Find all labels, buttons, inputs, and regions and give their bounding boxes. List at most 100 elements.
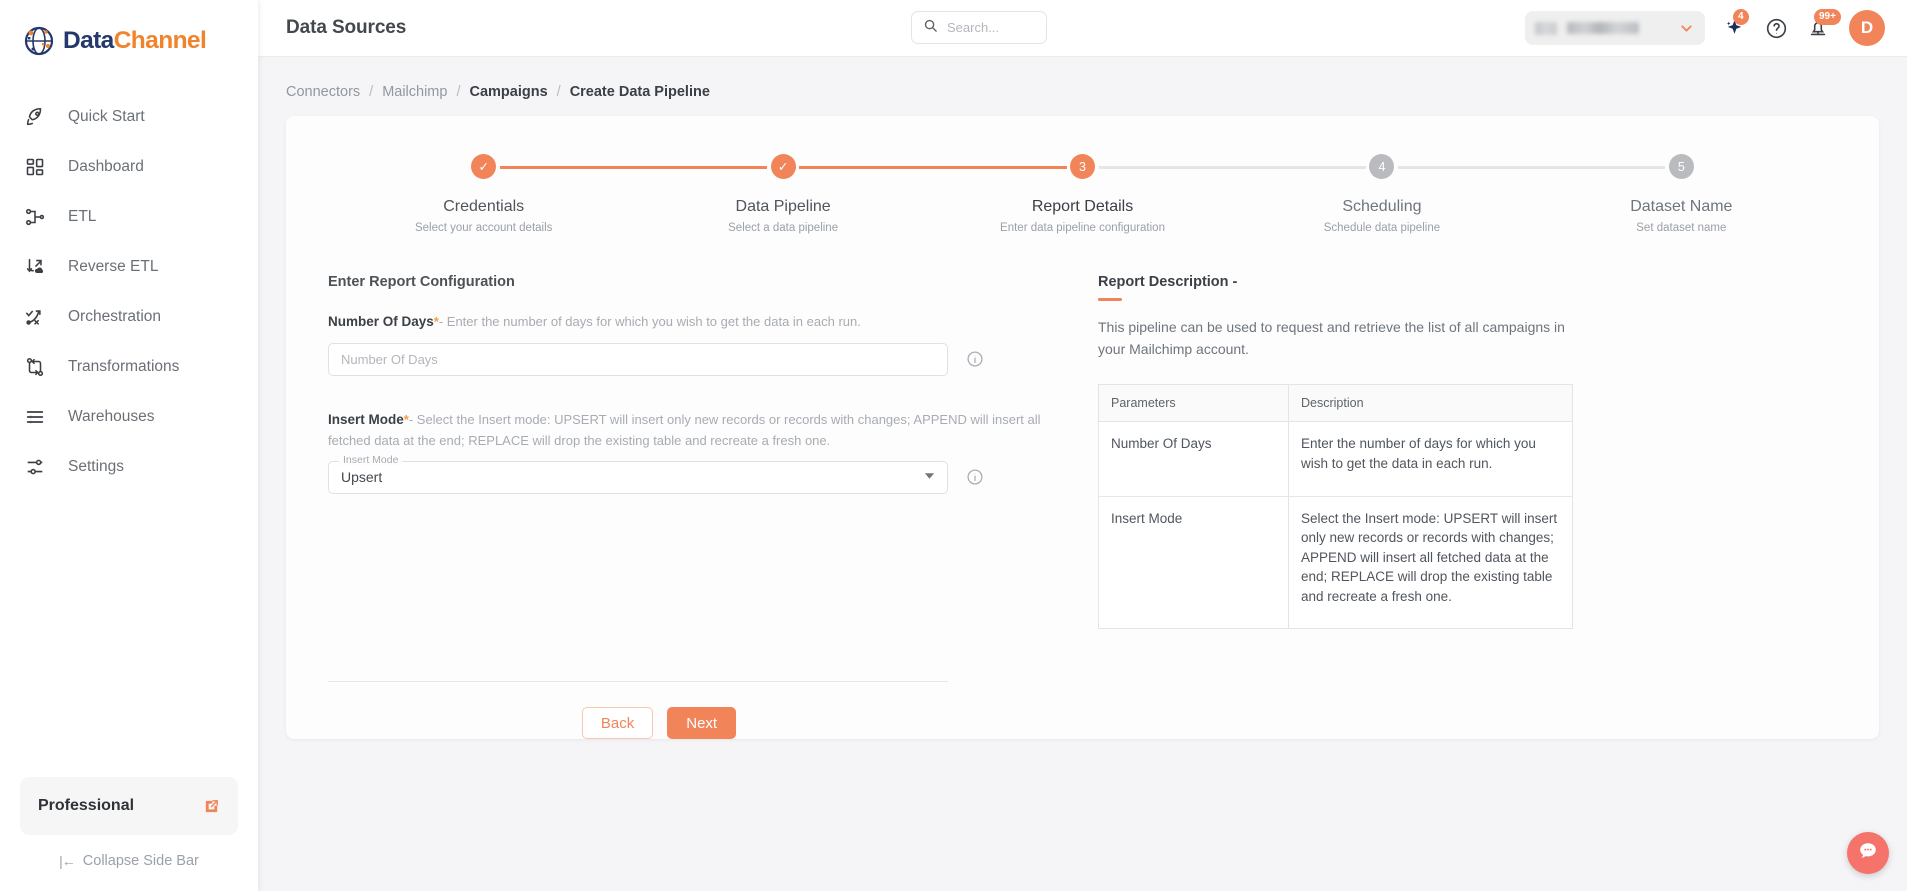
- number-of-days-row: Number Of Days: [328, 342, 1048, 376]
- column-header-description: Description: [1288, 384, 1573, 423]
- wizard-card: ✓ Credentials Select your account detail…: [286, 116, 1879, 740]
- step-indicator: 5: [1668, 154, 1694, 179]
- cell-parameter: Insert Mode: [1098, 496, 1289, 629]
- sidebar-item-orchestration[interactable]: Orchestration: [0, 292, 258, 342]
- ai-badge-count: 4: [1733, 9, 1749, 25]
- step-subtitle: Select a data pipeline: [728, 222, 839, 234]
- grid-icon: [22, 154, 48, 180]
- settings-icon: [22, 454, 48, 480]
- warehouse-icon: [22, 404, 48, 430]
- info-icon[interactable]: [966, 350, 984, 368]
- insert-mode-row: Insert Mode Upsert: [328, 453, 1048, 494]
- number-of-days-input[interactable]: Number Of Days: [328, 342, 948, 376]
- sidebar-item-reverse-etl[interactable]: Reverse ETL: [0, 242, 258, 292]
- brand-logo[interactable]: DataChannel: [0, 0, 258, 78]
- step-title: Dataset Name: [1630, 198, 1733, 215]
- reverse-etl-icon: [22, 254, 48, 280]
- sidebar-item-transformations[interactable]: Transformations: [0, 342, 258, 392]
- search-icon: [923, 18, 938, 38]
- notifications-button[interactable]: 99+: [1805, 9, 1841, 41]
- step-connector-line: [1531, 166, 1666, 169]
- sidebar-item-warehouses[interactable]: Warehouses: [0, 392, 258, 442]
- table-row: Insert Mode Select the Insert mode: UPSE…: [1098, 496, 1573, 629]
- app-root: DataChannel Quick Start Dashboard ETL Re…: [0, 0, 1907, 891]
- wizard-actions: Back Next: [286, 707, 990, 740]
- insert-mode-floating-label: Insert Mode: [339, 453, 403, 466]
- breadcrumb-item-campaigns[interactable]: Campaigns: [469, 84, 547, 100]
- form-divider: [328, 681, 948, 683]
- notification-badge-count: 99+: [1814, 9, 1841, 25]
- sidebar-item-label: Quick Start: [68, 108, 145, 125]
- sidebar-item-label: Warehouses: [68, 408, 155, 425]
- sidebar-item-dashboard[interactable]: Dashboard: [0, 142, 258, 192]
- insert-mode-select[interactable]: Insert Mode Upsert: [328, 453, 948, 494]
- back-button[interactable]: Back: [581, 707, 654, 740]
- sidebar-item-etl[interactable]: ETL: [0, 192, 258, 242]
- form-spacer: [328, 376, 1048, 410]
- insert-mode-label: Insert Mode*- Select the Insert mode: UP…: [328, 410, 1048, 451]
- avatar[interactable]: D: [1849, 10, 1885, 46]
- breadcrumb-item-connectors[interactable]: Connectors: [286, 84, 360, 100]
- step-connector-line: [499, 166, 634, 169]
- report-description-panel: Report Description - This pipeline can b…: [1098, 274, 1837, 630]
- info-icon[interactable]: [966, 468, 984, 486]
- step-connector-line: [1397, 166, 1532, 169]
- step-subtitle: Enter data pipeline configuration: [1000, 222, 1165, 234]
- cell-description: Select the Insert mode: UPSERT will inse…: [1301, 510, 1558, 604]
- column-header-parameters: Parameters: [1098, 384, 1289, 423]
- breadcrumb-item-mailchimp[interactable]: Mailchimp: [382, 84, 447, 100]
- page-title: Data Sources: [286, 17, 407, 38]
- sidebar-item-label: Reverse ETL: [68, 258, 159, 275]
- ai-assistant-button[interactable]: 4: [1721, 9, 1749, 41]
- main-area: Data Sources Search... 4 99+ D Connector…: [258, 0, 1907, 891]
- collapse-sidebar-button[interactable]: |← Collapse Side Bar: [20, 853, 238, 877]
- workspace-name-redacted: [1567, 22, 1639, 34]
- table-row: Number Of Days Enter the number of days …: [1098, 421, 1573, 497]
- chat-support-button[interactable]: [1847, 832, 1889, 874]
- orchestration-icon: [22, 304, 48, 330]
- step-connector-line: [633, 166, 768, 169]
- parameters-table: Parameters Description Number Of Days En…: [1098, 384, 1573, 630]
- step-scheduling[interactable]: 4 Scheduling Schedule data pipeline: [1232, 154, 1532, 234]
- insert-mode-label-text: Insert Mode: [328, 411, 404, 427]
- title-underline: [1098, 298, 1122, 301]
- search-placeholder: Search...: [947, 20, 1000, 35]
- step-data-pipeline[interactable]: ✓ Data Pipeline Select a data pipeline: [633, 154, 933, 234]
- plan-label: Professional: [38, 797, 135, 814]
- step-dataset-name[interactable]: 5 Dataset Name Set dataset name: [1531, 154, 1831, 234]
- datachannel-globe-icon: [22, 24, 56, 58]
- form-section-title: Enter Report Configuration: [328, 274, 515, 290]
- next-button[interactable]: Next: [667, 707, 737, 740]
- wizard-stepper: ✓ Credentials Select your account detail…: [286, 154, 1879, 234]
- table-head: Parameters Description: [1098, 384, 1573, 423]
- search-input[interactable]: Search...: [911, 11, 1047, 44]
- brand-name: DataChannel: [63, 27, 207, 55]
- sidebar-nav: Quick Start Dashboard ETL Reverse ETL Or…: [0, 92, 258, 492]
- table-header-row: Parameters Description: [1098, 384, 1573, 423]
- table-body: Number Of Days Enter the number of days …: [1098, 421, 1573, 629]
- report-description-title: Report Description -: [1098, 274, 1238, 290]
- insert-mode-value: Upsert: [341, 469, 383, 486]
- step-title: Credentials: [443, 198, 525, 215]
- step-subtitle: Select your account details: [414, 222, 553, 234]
- collapse-arrow-icon: |←: [59, 853, 76, 869]
- chat-bubble-icon: [1856, 839, 1880, 868]
- step-indicator: ✓: [770, 154, 796, 179]
- step-indicator: 3: [1070, 154, 1096, 179]
- sidebar-item-settings[interactable]: Settings: [0, 442, 258, 492]
- workspace-selector[interactable]: [1525, 11, 1705, 45]
- content-area: Connectors / Mailchimp / Campaigns / Cre…: [258, 57, 1907, 891]
- sidebar-item-label: Orchestration: [68, 308, 162, 325]
- plan-badge[interactable]: Professional: [20, 777, 238, 835]
- sidebar-item-quick-start[interactable]: Quick Start: [0, 92, 258, 142]
- step-title: Data Pipeline: [735, 198, 831, 215]
- help-button[interactable]: [1763, 15, 1789, 41]
- step-connector-line: [799, 166, 933, 169]
- transformations-icon: [22, 354, 48, 380]
- sidebar-footer: Professional |← Collapse Side Bar: [0, 777, 258, 891]
- step-credentials[interactable]: ✓ Credentials Select your account detail…: [334, 154, 634, 234]
- external-link-icon[interactable]: [203, 798, 220, 815]
- step-report-details[interactable]: 3 Report Details Enter data pipeline con…: [932, 154, 1233, 234]
- workspace-logo-redacted: [1535, 21, 1557, 35]
- step-title: Report Details: [1031, 198, 1134, 215]
